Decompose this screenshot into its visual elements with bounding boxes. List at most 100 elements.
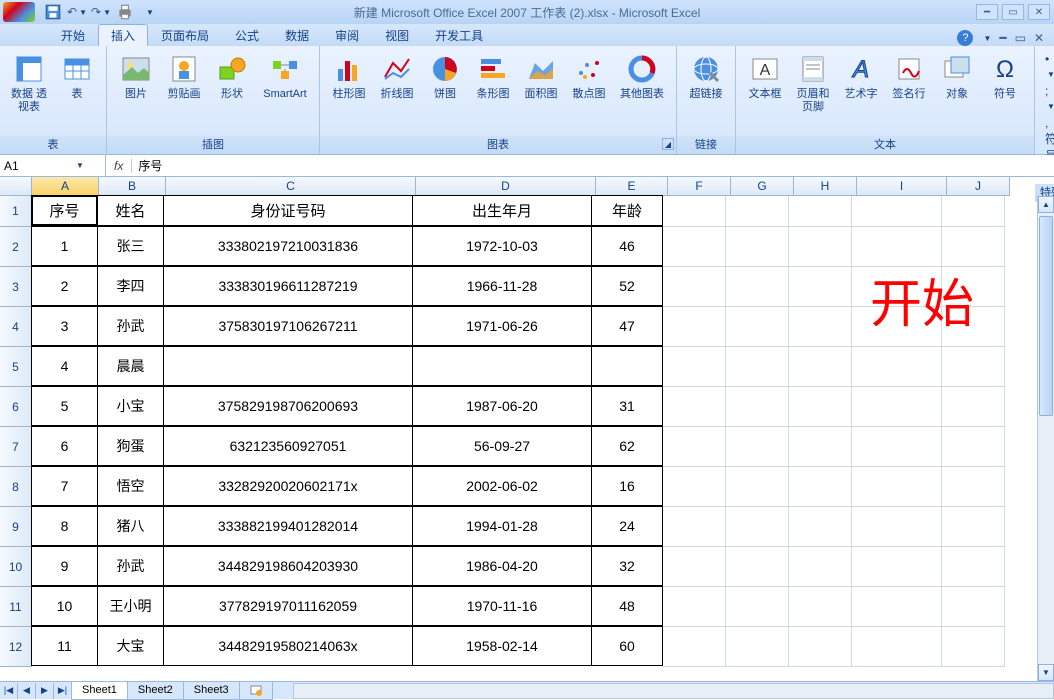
clipart-button[interactable]: 剪贴画: [161, 50, 207, 116]
col-header-D[interactable]: D: [416, 177, 596, 196]
smartart-button[interactable]: SmartArt: [257, 50, 313, 116]
cell[interactable]: [852, 227, 942, 267]
horizontal-scrollbar[interactable]: [293, 683, 1054, 699]
row-header[interactable]: 12: [0, 627, 32, 667]
cell[interactable]: 1987-06-20: [412, 386, 592, 426]
other-charts-button[interactable]: 其他图表: [614, 50, 670, 116]
cell[interactable]: 8: [31, 506, 98, 546]
minimize-ribbon-icon[interactable]: ▼: [983, 34, 991, 43]
cell[interactable]: 小宝: [97, 386, 164, 426]
insert-sheet-button[interactable]: [239, 682, 273, 700]
wordart-button[interactable]: A艺术字: [838, 50, 884, 116]
mdi-restore[interactable]: ▭: [1015, 31, 1026, 45]
cell[interactable]: [726, 467, 789, 507]
cell[interactable]: [852, 507, 942, 547]
row-header[interactable]: 8: [0, 467, 32, 507]
cell[interactable]: [726, 227, 789, 267]
name-box-input[interactable]: [4, 159, 74, 173]
cell[interactable]: [789, 547, 852, 587]
office-button[interactable]: [0, 0, 38, 24]
sheet-nav-prev[interactable]: ◀: [18, 683, 36, 699]
cell[interactable]: 1994-01-28: [412, 506, 592, 546]
cell[interactable]: [663, 467, 726, 507]
cell[interactable]: 序号: [31, 195, 98, 226]
cell[interactable]: [852, 387, 942, 427]
cell[interactable]: [789, 507, 852, 547]
col-header-B[interactable]: B: [99, 177, 166, 196]
sheet-tab-Sheet3[interactable]: Sheet3: [183, 682, 240, 700]
col-header-E[interactable]: E: [596, 177, 668, 196]
cell[interactable]: [852, 587, 942, 627]
cell[interactable]: 34482919580214063x: [163, 626, 413, 666]
col-header-A[interactable]: A: [32, 177, 99, 196]
cell[interactable]: 猪八: [97, 506, 164, 546]
textbox-button[interactable]: A文本框: [742, 50, 788, 116]
cell[interactable]: [726, 627, 789, 667]
cell[interactable]: 孙武: [97, 306, 164, 346]
minimize-button[interactable]: ━: [976, 4, 998, 20]
cell[interactable]: 姓名: [97, 195, 164, 226]
row-header[interactable]: 7: [0, 427, 32, 467]
scroll-thumb[interactable]: [1039, 216, 1053, 416]
cell[interactable]: [663, 196, 726, 227]
cell[interactable]: 1: [31, 226, 98, 266]
cell[interactable]: [942, 347, 1005, 387]
column-chart-button[interactable]: 柱形图: [326, 50, 372, 116]
cell[interactable]: 32: [591, 546, 663, 586]
cell[interactable]: [663, 627, 726, 667]
tab-开发工具[interactable]: 开发工具: [422, 24, 496, 46]
cell[interactable]: 2002-06-02: [412, 466, 592, 506]
cell[interactable]: [789, 387, 852, 427]
cell[interactable]: [789, 467, 852, 507]
cell[interactable]: 孙武: [97, 546, 164, 586]
cell[interactable]: [726, 427, 789, 467]
cell[interactable]: [789, 627, 852, 667]
cell[interactable]: [163, 346, 413, 386]
cell[interactable]: [726, 267, 789, 307]
row-header[interactable]: 2: [0, 227, 32, 267]
sheet-nav-first[interactable]: |◀: [0, 683, 18, 699]
row-header[interactable]: 3: [0, 267, 32, 307]
cell[interactable]: 王小明: [97, 586, 164, 626]
close-button[interactable]: ✕: [1028, 4, 1050, 20]
cell[interactable]: [412, 346, 592, 386]
pie-chart-button[interactable]: 饼图: [422, 50, 468, 116]
formula-input[interactable]: [132, 159, 1054, 173]
cell[interactable]: [852, 196, 942, 227]
cell[interactable]: [726, 196, 789, 227]
header-footer-button[interactable]: 页眉和 页脚: [790, 50, 836, 116]
cell[interactable]: 333882199401282014: [163, 506, 413, 546]
cell[interactable]: 31: [591, 386, 663, 426]
col-header-G[interactable]: G: [731, 177, 794, 196]
cell[interactable]: [789, 347, 852, 387]
bar-chart-button[interactable]: 条形图: [470, 50, 516, 116]
row-header[interactable]: 4: [0, 307, 32, 347]
save-icon[interactable]: [44, 3, 62, 21]
cell[interactable]: 62: [591, 426, 663, 466]
cell[interactable]: 李四: [97, 266, 164, 306]
cell[interactable]: [663, 347, 726, 387]
cell[interactable]: 56-09-27: [412, 426, 592, 466]
cell[interactable]: 1986-04-20: [412, 546, 592, 586]
cell[interactable]: 身份证号码: [163, 195, 413, 226]
signature-button[interactable]: 签名行: [886, 50, 932, 116]
row-header[interactable]: 5: [0, 347, 32, 387]
cell[interactable]: 狗蛋: [97, 426, 164, 466]
cell[interactable]: 6: [31, 426, 98, 466]
sheet-tab-Sheet1[interactable]: Sheet1: [71, 682, 128, 700]
cell[interactable]: 7: [31, 466, 98, 506]
tab-视图[interactable]: 视图: [372, 24, 422, 46]
cell[interactable]: [663, 307, 726, 347]
row-header[interactable]: 11: [0, 587, 32, 627]
cell[interactable]: 5: [31, 386, 98, 426]
cell[interactable]: [663, 587, 726, 627]
cell[interactable]: 333830196611287219: [163, 266, 413, 306]
worksheet-grid[interactable]: ABCDEFGHIJ 123456789101112 序号姓名身份证号码出生年月…: [0, 177, 1054, 681]
redo-icon[interactable]: ↷▼: [92, 3, 110, 21]
cell[interactable]: [942, 547, 1005, 587]
fx-icon[interactable]: fx: [106, 159, 132, 173]
cell[interactable]: 33282920020602171x: [163, 466, 413, 506]
cell[interactable]: 344829198604203930: [163, 546, 413, 586]
cell[interactable]: 年龄: [591, 195, 663, 226]
cell[interactable]: [852, 467, 942, 507]
